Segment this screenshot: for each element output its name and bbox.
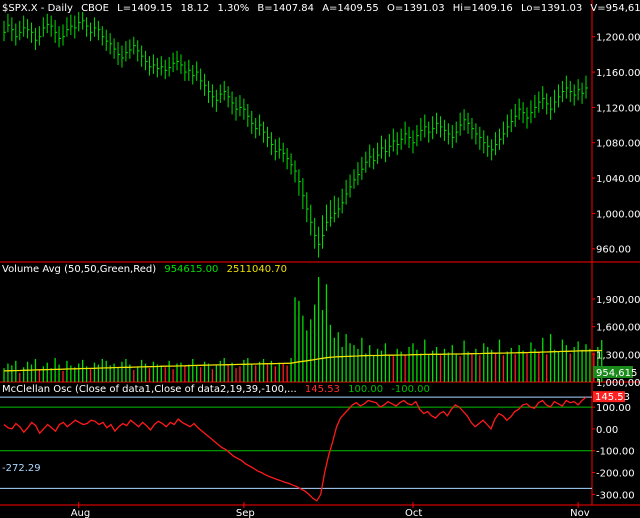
price-ytick-label: 1,040.00 xyxy=(596,174,640,185)
oscillator-ytick-label: 0.00 xyxy=(596,425,618,436)
price-ytick-label: 1,200.00 xyxy=(596,33,640,44)
oscillator-ytick-label: -200.00 xyxy=(596,469,635,480)
volume-value: V=954,615 xyxy=(590,3,640,14)
chart-canvas: 1,200.00 1,160.00 1,120.00 1,080.00 1,040.00… xyxy=(0,0,640,518)
volume-average-value: 2511040.70 xyxy=(226,264,288,275)
oscillator-name: McClellan Osc (Close of data1,Close of d… xyxy=(2,384,297,395)
oscillator-header: McClellan Osc (Close of data1,Close of d… xyxy=(2,384,435,396)
open-price: O=1391.03 xyxy=(386,3,445,14)
volume-current: 954615.00 xyxy=(164,264,219,275)
date-tick-label: Sep xyxy=(236,508,255,518)
volume-last-value-label: 954,615 xyxy=(596,368,637,379)
price-ytick-label: 1,080.00 xyxy=(596,139,640,150)
volume-ytick-label: 1,000,000 xyxy=(596,378,640,389)
chart-window: 1,200.00 1,160.00 1,120.00 1,080.00 1,040.00… xyxy=(0,0,640,518)
oscillator-ytick-label: -300.00 xyxy=(596,490,635,501)
symbol-label: $SPX.X - Daily xyxy=(2,3,73,14)
ask-price: A=1409.55 xyxy=(322,3,379,14)
oscillator-last-value-label: 145.53 xyxy=(595,392,630,403)
volume-indicator-name: Volume Avg (50,50,Green,Red) xyxy=(2,264,157,275)
low-price: Lo=1391.03 xyxy=(520,3,583,14)
oscillator-ytick-label: 100.00 xyxy=(596,403,631,414)
volume-header: Volume Avg (50,50,Green,Red) 954615.00 2… xyxy=(2,264,292,276)
exchange-label: CBOE xyxy=(81,3,109,14)
price-header: $SPX.X - Daily CBOE L=1409.15 18.12 1.30… xyxy=(2,3,640,15)
oscillator-lower-level: -100.00 xyxy=(391,384,430,395)
price-ytick-label: 960.00 xyxy=(596,245,631,256)
price-ytick-label: 1,120.00 xyxy=(596,103,640,114)
date-tick-label: Nov xyxy=(570,508,590,518)
date-tick-label: Aug xyxy=(71,508,91,518)
bid-price: B=1407.84 xyxy=(257,3,315,14)
high-price: Hi=1409.16 xyxy=(452,3,513,14)
oscillator-reference-label: -272.29 xyxy=(2,463,41,474)
change-value: 18.12 xyxy=(180,3,210,14)
oscillator-line xyxy=(3,396,587,502)
volume-ytick-label: 1,900,000 xyxy=(596,295,640,306)
volume-ytick-label: 1,300,000 xyxy=(596,350,640,361)
oscillator-value: 145.53 xyxy=(304,384,340,395)
oscillator-ytick-label: -100.00 xyxy=(596,447,635,458)
change-percent: 1.30% xyxy=(217,3,250,14)
last-price: L=1409.15 xyxy=(117,3,173,14)
volume-ytick-label: 1,600,000 xyxy=(596,323,640,334)
oscillator-upper-level: 100.00 xyxy=(348,384,384,395)
price-ytick-label: 1,160.00 xyxy=(596,68,640,79)
date-tick-label: Oct xyxy=(405,508,422,518)
price-ytick-label: 1,000.00 xyxy=(596,209,640,220)
